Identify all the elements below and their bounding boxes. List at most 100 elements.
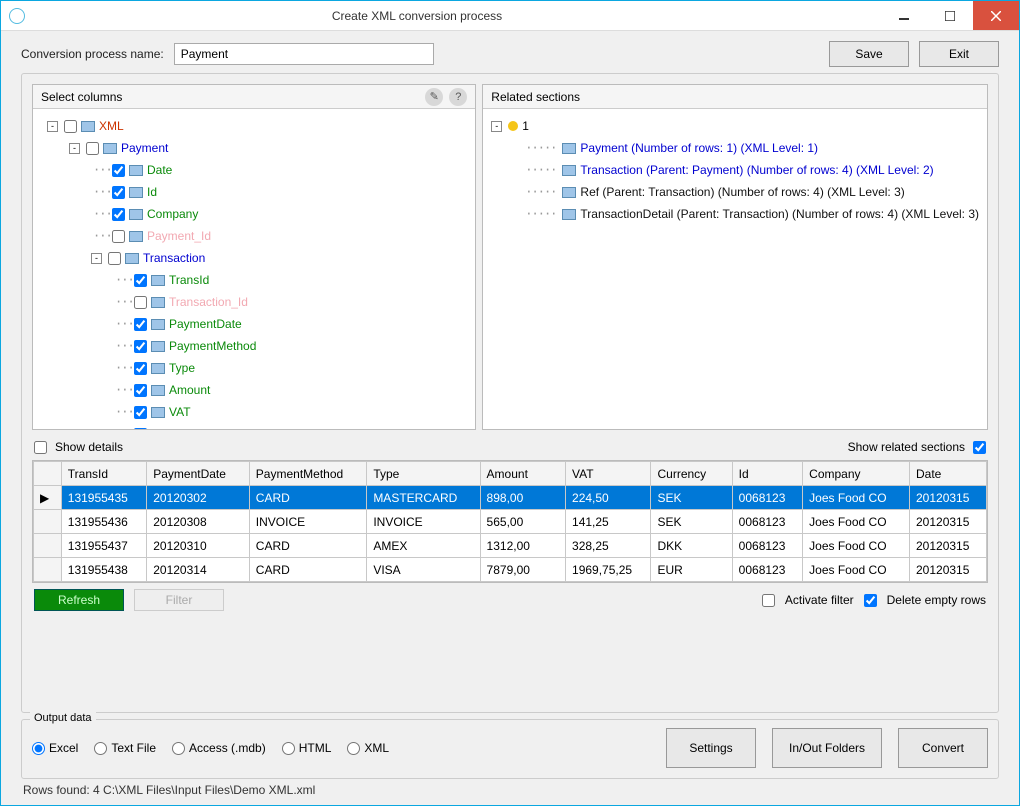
column-header[interactable]: TransId <box>61 462 146 486</box>
show-details-checkbox[interactable] <box>34 441 47 454</box>
cell[interactable]: 20120310 <box>147 534 250 558</box>
tree-node[interactable]: ····Type <box>37 357 471 379</box>
cell[interactable]: INVOICE <box>249 510 367 534</box>
inout-folders-button[interactable]: In/Out Folders <box>772 728 882 768</box>
show-related-checkbox[interactable] <box>973 441 986 454</box>
tree-checkbox[interactable] <box>108 252 121 265</box>
tree-node[interactable]: ····PaymentDate <box>37 313 471 335</box>
output-option[interactable]: Text File <box>94 741 156 755</box>
cell[interactable]: 1969,75,25 <box>566 558 651 582</box>
cell[interactable]: CARD <box>249 558 367 582</box>
tree-checkbox[interactable] <box>86 142 99 155</box>
column-header[interactable]: Amount <box>480 462 565 486</box>
cell[interactable]: 565,00 <box>480 510 565 534</box>
row-header[interactable] <box>34 534 62 558</box>
output-option[interactable]: XML <box>347 741 389 755</box>
column-header[interactable]: VAT <box>566 462 651 486</box>
cell[interactable]: INVOICE <box>367 510 480 534</box>
column-header[interactable]: PaymentMethod <box>249 462 367 486</box>
settings-button[interactable]: Settings <box>666 728 756 768</box>
output-radio[interactable] <box>347 742 360 755</box>
cell[interactable]: 20120308 <box>147 510 250 534</box>
tree-node[interactable]: ····Id <box>37 181 471 203</box>
cell[interactable]: 224,50 <box>566 486 651 510</box>
cell[interactable]: MASTERCARD <box>367 486 480 510</box>
tree-node[interactable]: -XML <box>37 115 471 137</box>
cell[interactable]: 20120315 <box>910 510 987 534</box>
cell[interactable]: EUR <box>651 558 732 582</box>
row-header[interactable] <box>34 510 62 534</box>
process-name-input[interactable] <box>174 43 434 65</box>
tree-checkbox[interactable] <box>112 186 125 199</box>
column-header[interactable]: Company <box>803 462 910 486</box>
cell[interactable]: CARD <box>249 534 367 558</box>
output-option[interactable]: HTML <box>282 741 332 755</box>
cell[interactable]: 0068123 <box>732 486 803 510</box>
output-option[interactable]: Excel <box>32 741 78 755</box>
cell[interactable]: 7879,00 <box>480 558 565 582</box>
cell[interactable]: 131955435 <box>61 486 146 510</box>
cell[interactable]: Joes Food CO <box>803 534 910 558</box>
cell[interactable]: VISA <box>367 558 480 582</box>
data-grid[interactable]: TransIdPaymentDatePaymentMethodTypeAmoun… <box>33 461 987 582</box>
cell[interactable]: AMEX <box>367 534 480 558</box>
column-header[interactable]: Id <box>732 462 803 486</box>
cell[interactable]: Joes Food CO <box>803 510 910 534</box>
help-icon[interactable]: ? <box>449 88 467 106</box>
cell[interactable]: 20120315 <box>910 486 987 510</box>
tree-checkbox[interactable] <box>112 230 125 243</box>
cell[interactable]: 20120314 <box>147 558 250 582</box>
tree-checkbox[interactable] <box>134 406 147 419</box>
related-item[interactable]: ····· TransactionDetail (Parent: Transac… <box>491 203 979 225</box>
activate-filter-checkbox[interactable] <box>762 594 775 607</box>
cell[interactable]: 141,25 <box>566 510 651 534</box>
tree-node[interactable]: ····Company <box>37 203 471 225</box>
output-radio[interactable] <box>172 742 185 755</box>
tree-checkbox[interactable] <box>134 296 147 309</box>
row-header[interactable] <box>34 558 62 582</box>
tree-toggle[interactable]: - <box>491 121 502 132</box>
cell[interactable]: Joes Food CO <box>803 486 910 510</box>
output-radio[interactable] <box>282 742 295 755</box>
related-item[interactable]: ····· Transaction (Parent: Payment) (Num… <box>491 159 979 181</box>
table-row[interactable]: 13195543620120308INVOICEINVOICE565,00141… <box>34 510 987 534</box>
related-tree[interactable]: - 1····· Payment (Number of rows: 1) (XM… <box>483 109 987 231</box>
row-header[interactable]: ▶ <box>34 486 62 510</box>
related-item[interactable]: ····· Payment (Number of rows: 1) (XML L… <box>491 137 979 159</box>
output-radio[interactable] <box>32 742 45 755</box>
tree-node[interactable]: ····Payment_Id <box>37 225 471 247</box>
column-header[interactable]: Date <box>910 462 987 486</box>
filter-button[interactable]: Filter <box>134 589 224 611</box>
tree-checkbox[interactable] <box>112 208 125 221</box>
output-radio[interactable] <box>94 742 107 755</box>
delete-empty-checkbox[interactable] <box>864 594 877 607</box>
cell[interactable]: 131955437 <box>61 534 146 558</box>
minimize-button[interactable] <box>881 1 927 30</box>
cell[interactable]: Joes Food CO <box>803 558 910 582</box>
close-button[interactable] <box>973 1 1019 30</box>
cell[interactable]: 0068123 <box>732 558 803 582</box>
tree-node[interactable]: ····TransId <box>37 269 471 291</box>
columns-tree[interactable]: -XML-Payment····Date····Id····Company···… <box>33 109 475 429</box>
tree-node[interactable]: ····VAT <box>37 401 471 423</box>
column-header[interactable]: Currency <box>651 462 732 486</box>
tree-node[interactable]: ····Amount <box>37 379 471 401</box>
cell[interactable]: 20120315 <box>910 558 987 582</box>
save-button[interactable]: Save <box>829 41 909 67</box>
column-header[interactable]: PaymentDate <box>147 462 250 486</box>
tree-node[interactable]: ····Transaction_Id <box>37 291 471 313</box>
tree-node[interactable]: ····PaymentMethod <box>37 335 471 357</box>
cell[interactable]: 898,00 <box>480 486 565 510</box>
tree-node[interactable]: ····Currency <box>37 423 471 429</box>
tree-checkbox[interactable] <box>134 318 147 331</box>
tree-checkbox[interactable] <box>112 164 125 177</box>
refresh-button[interactable]: Refresh <box>34 589 124 611</box>
table-row[interactable]: 13195543720120310CARDAMEX1312,00328,25DK… <box>34 534 987 558</box>
cell[interactable]: 328,25 <box>566 534 651 558</box>
cell[interactable]: 0068123 <box>732 534 803 558</box>
exit-button[interactable]: Exit <box>919 41 999 67</box>
column-header[interactable]: Type <box>367 462 480 486</box>
cell[interactable]: 20120315 <box>910 534 987 558</box>
cell[interactable]: SEK <box>651 510 732 534</box>
tree-toggle[interactable]: - <box>47 121 58 132</box>
